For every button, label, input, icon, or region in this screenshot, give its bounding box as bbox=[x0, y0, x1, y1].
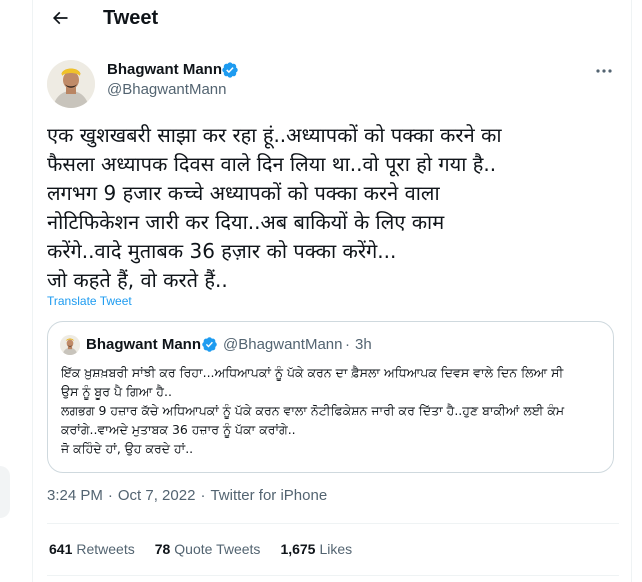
tweet-text-line: नोटिफिकेशन जारी कर दिया..अब बाकियों के ल… bbox=[47, 210, 445, 234]
quoted-text-line: ਜੋ ਕਹਿੰਦੇ ਹਾਂ, ਉਹ ਕਰਦੇ ਹਾਂ.. bbox=[61, 441, 194, 456]
more-horizontal-icon bbox=[596, 69, 612, 73]
column-right-border bbox=[631, 0, 632, 582]
page-title: Tweet bbox=[103, 7, 159, 29]
separator-dot: · bbox=[200, 487, 206, 504]
page-header: Tweet bbox=[33, 0, 631, 38]
quoted-timestamp: 3h bbox=[355, 336, 372, 353]
quote-tweets-stat[interactable]: 78 Quote Tweets bbox=[155, 541, 261, 557]
quoted-tweet-card[interactable]: Bhagwant Mann @BhagwantMann · 3h ਇੱਕ ਖ਼ੁ… bbox=[47, 321, 614, 473]
tweet-text-line: करेंगे..वादे मुताबक 36 हज़ार को पक्का कर… bbox=[47, 239, 397, 263]
tweet-text-line: एक खुशखबरी साझा कर रहा हूं..अध्यापकों को… bbox=[47, 123, 502, 147]
back-button[interactable] bbox=[47, 5, 73, 31]
quoted-text-line: ਇੱਕ ਖ਼ੁਸ਼ਖ਼ਬਰੀ ਸਾਂਝੀ ਕਰ ਰਿਹਾ...ਅਧਿਆਪਕਾਂ … bbox=[61, 365, 564, 380]
author-handle[interactable]: @BhagwantMann bbox=[107, 81, 226, 98]
quoted-text-line: ਉਸ ਨੂੰ ਬੂਰ ਪੈ ਗਿਆ ਹੈ.. bbox=[61, 384, 172, 399]
quote-tweets-count: 78 bbox=[154, 541, 171, 557]
verified-badge-icon bbox=[202, 337, 217, 352]
author-name[interactable]: Bhagwant Mann bbox=[107, 61, 222, 78]
tweet-source[interactable]: Twitter for iPhone bbox=[210, 487, 327, 504]
quoted-avatar bbox=[60, 335, 80, 355]
sidebar-edge bbox=[0, 466, 10, 518]
likes-count: 1,675 bbox=[280, 541, 316, 557]
verified-badge-icon bbox=[222, 62, 238, 78]
tweet-text: एक खुशखबरी साझा कर रहा हूं..अध्यापकों को… bbox=[47, 121, 622, 295]
tweet-time[interactable]: 3:24 PM bbox=[47, 487, 103, 504]
engagement-stats: 641 Retweets 78 Quote Tweets 1,675 Likes bbox=[49, 541, 372, 557]
quoted-text-line: ਕਰਾਂਗੇ..ਵਾਅਦੇ ਮੁਤਾਬਕ 36 ਹਜ਼ਾਰ ਨੂੰ ਪੱਕਾ ਕ… bbox=[61, 422, 296, 437]
likes-label: Likes bbox=[319, 541, 353, 557]
translate-tweet-link[interactable]: Translate Tweet bbox=[47, 294, 132, 308]
tweet-text-line: जो कहते हैं, वो करते हैं.. bbox=[47, 268, 228, 292]
retweets-stat[interactable]: 641 Retweets bbox=[49, 541, 135, 557]
divider bbox=[47, 523, 619, 524]
avatar-image bbox=[60, 335, 80, 355]
quoted-author-handle: @BhagwantMann bbox=[223, 336, 343, 353]
quoted-author-name: Bhagwant Mann bbox=[86, 336, 201, 353]
quoted-tweet-text: ਇੱਕ ਖ਼ੁਸ਼ਖ਼ਬਰੀ ਸਾਂਝੀ ਕਰ ਰਿਹਾ...ਅਧਿਆਪਕਾਂ … bbox=[61, 363, 606, 458]
tweet-metadata: 3:24 PM · Oct 7, 2022 · Twitter for iPhone bbox=[47, 487, 327, 504]
arrow-left-icon bbox=[52, 11, 68, 25]
likes-stat[interactable]: 1,675 Likes bbox=[280, 541, 352, 557]
divider bbox=[47, 575, 619, 576]
tweet-date[interactable]: Oct 7, 2022 bbox=[118, 487, 196, 504]
tweet-text-line: फैसला अध्यापक दिवस वाले दिन लिया था..वो … bbox=[47, 152, 497, 176]
retweets-label: Retweets bbox=[76, 541, 135, 557]
tweet-text-line: लगभग 9 हजार कच्चे अध्यापकों को पक्का करन… bbox=[47, 181, 440, 205]
avatar[interactable] bbox=[47, 60, 95, 108]
quoted-text-line: ਲਗਭਗ 9 ਹਜ਼ਾਰ ਕੱਚੇ ਅਧਿਆਪਕਾਂ ਨੂੰ ਪੱਕੇ ਕਰਨ … bbox=[61, 403, 565, 418]
more-options-button[interactable] bbox=[594, 64, 614, 78]
separator-dot: · bbox=[107, 487, 113, 504]
separator-dot: · bbox=[345, 336, 350, 353]
column-left-border bbox=[32, 0, 33, 582]
retweets-count: 641 bbox=[49, 541, 73, 557]
avatar-image bbox=[47, 60, 95, 108]
quote-tweets-label: Quote Tweets bbox=[174, 541, 261, 557]
